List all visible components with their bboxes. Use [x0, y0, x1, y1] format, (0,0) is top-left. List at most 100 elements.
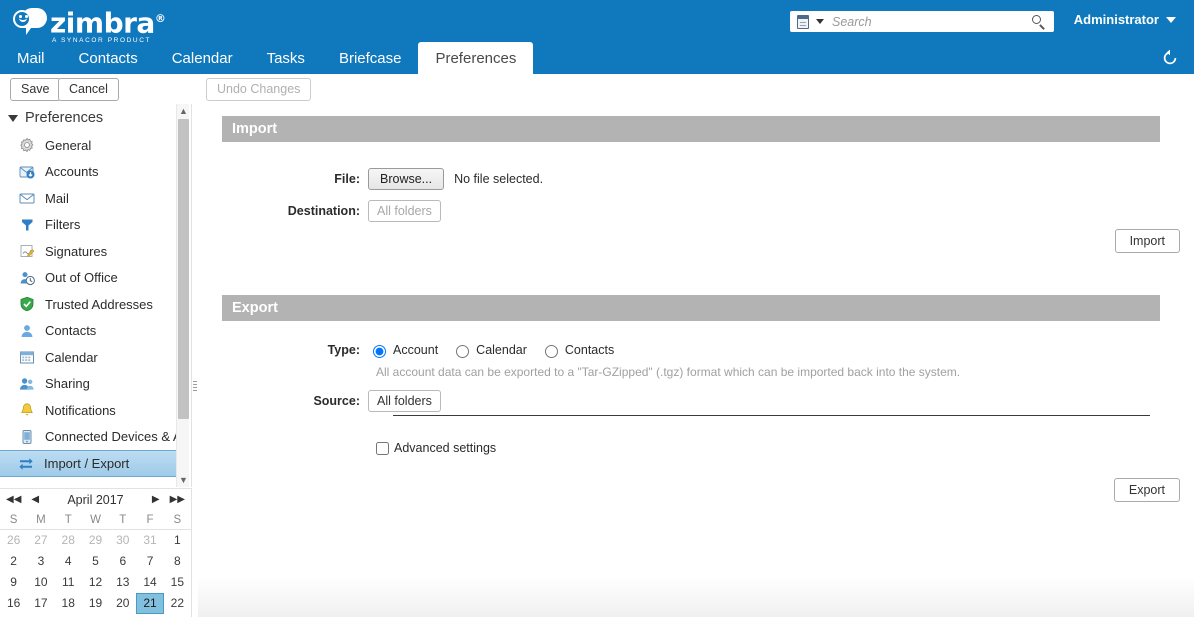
- calendar-day[interactable]: 11: [55, 572, 82, 593]
- calendar-day[interactable]: 10: [27, 572, 54, 593]
- sidebar-item-accounts[interactable]: Accounts: [0, 159, 191, 186]
- radio-calendar-label: Calendar: [476, 343, 527, 357]
- source-folder-picker[interactable]: All folders: [368, 390, 441, 412]
- sidebar-item-trusted-addresses[interactable]: Trusted Addresses: [0, 291, 191, 318]
- calendar-day[interactable]: 2: [0, 551, 27, 572]
- calendar-day[interactable]: 14: [136, 572, 163, 593]
- tab-mail[interactable]: Mail: [0, 42, 62, 74]
- calendar-day[interactable]: 20: [109, 593, 136, 614]
- sidebar-title: Preferences: [25, 110, 104, 126]
- type-label: Type:: [327, 343, 360, 357]
- file-status-text: No file selected.: [454, 172, 544, 186]
- triangle-down-icon[interactable]: [8, 114, 18, 122]
- calendar-day[interactable]: 15: [164, 572, 191, 593]
- import-section: Import File: Browse... No file selected.…: [198, 104, 1194, 253]
- file-row: File: Browse... No file selected.: [198, 168, 1194, 190]
- radio-calendar-input[interactable]: [456, 345, 470, 358]
- calendar-day[interactable]: 13: [109, 572, 136, 593]
- calendar-day[interactable]: 30: [109, 530, 136, 551]
- calendar-day[interactable]: 16: [0, 593, 27, 614]
- calendar-day[interactable]: 5: [82, 551, 109, 572]
- radio-contacts-label: Contacts: [564, 343, 615, 357]
- calendar-day[interactable]: 19: [82, 593, 109, 614]
- calendar-day[interactable]: 26: [0, 530, 27, 551]
- radio-contacts[interactable]: Contacts: [540, 342, 614, 358]
- sidebar-item-label: Calendar: [45, 349, 98, 365]
- calendar-day[interactable]: 28: [55, 530, 82, 551]
- sidebar-item-connected-devices[interactable]: Connected Devices & Ap: [0, 424, 191, 451]
- sidebar-item-label: Filters: [45, 217, 81, 233]
- undo-changes-button[interactable]: Undo Changes: [206, 78, 312, 101]
- search-type-selector[interactable]: [793, 13, 813, 30]
- calendar-day[interactable]: 22: [164, 593, 191, 614]
- account-menu[interactable]: Administrator: [1074, 12, 1176, 27]
- radio-calendar[interactable]: Calendar: [451, 342, 527, 358]
- sidebar-item-mail[interactable]: Mail: [0, 185, 191, 212]
- calendar-day[interactable]: 9: [0, 572, 27, 593]
- sidebar-item-general[interactable]: General: [0, 132, 191, 159]
- radio-contacts-input[interactable]: [544, 345, 558, 358]
- preferences-sidebar: Preferences General Accounts Mail Filter…: [0, 104, 192, 487]
- sidebar-item-sharing[interactable]: Sharing: [0, 371, 191, 398]
- refresh-icon[interactable]: [1160, 48, 1180, 68]
- calendar-day[interactable]: 8: [164, 551, 191, 572]
- calendar-day[interactable]: 4: [55, 551, 82, 572]
- scrollbar-thumb[interactable]: [178, 119, 189, 419]
- double-chevron-left-icon[interactable]: ◀◀: [6, 495, 21, 505]
- sidebar-item-label: Sharing: [45, 376, 90, 392]
- day-header: M: [27, 511, 55, 530]
- calendar-day[interactable]: 27: [27, 530, 54, 551]
- chevron-down-icon[interactable]: ▼: [177, 473, 190, 487]
- sidebar-title-row[interactable]: Preferences: [0, 104, 191, 132]
- calendar-day[interactable]: 1: [164, 530, 191, 551]
- calendar-day[interactable]: 6: [109, 551, 136, 572]
- calendar-day-selected[interactable]: 21: [136, 593, 164, 614]
- zimbra-logo[interactable]: zimbra® A SYNACOR PRODUCT: [12, 6, 166, 45]
- browse-button[interactable]: Browse...: [368, 168, 445, 190]
- mini-calendar-grid: S M T W T F S 26 27 28 29 30 31 1 2 3 4 …: [0, 511, 191, 614]
- sidebar-scrollbar[interactable]: ▲ ▼: [176, 104, 189, 487]
- cancel-button[interactable]: Cancel: [58, 78, 119, 101]
- import-export-icon: [17, 455, 35, 471]
- search-icon[interactable]: [1028, 13, 1050, 31]
- sidebar-item-calendar[interactable]: Calendar: [0, 344, 191, 371]
- sidebar-item-out-of-office[interactable]: Out of Office: [0, 265, 191, 292]
- calendar-day[interactable]: 31: [136, 530, 163, 551]
- search-input[interactable]: [830, 13, 1028, 30]
- sidebar-item-filters[interactable]: Filters: [0, 212, 191, 239]
- tab-calendar[interactable]: Calendar: [155, 42, 250, 74]
- tab-contacts[interactable]: Contacts: [62, 42, 155, 74]
- radio-account-input[interactable]: [373, 345, 386, 358]
- calendar-day[interactable]: 29: [82, 530, 109, 551]
- sidebar-item-import-export[interactable]: Import / Export: [0, 450, 177, 477]
- tab-label: Calendar: [171, 49, 233, 67]
- chevron-right-icon[interactable]: ▶: [152, 495, 160, 505]
- export-button[interactable]: Export: [1113, 478, 1180, 502]
- tab-label: Briefcase: [338, 49, 402, 67]
- source-row: Source: All folders: [198, 390, 1194, 412]
- sidebar-item-contacts[interactable]: Contacts: [0, 318, 191, 345]
- calendar-day[interactable]: 12: [82, 572, 109, 593]
- calendar-day[interactable]: 3: [27, 551, 54, 572]
- calendar-day[interactable]: 18: [55, 593, 82, 614]
- chevron-left-icon[interactable]: ◀: [31, 495, 39, 505]
- tab-briefcase[interactable]: Briefcase: [322, 42, 419, 74]
- destination-folder-picker[interactable]: All folders: [368, 200, 441, 222]
- app-tab-strip: Mail Contacts Calendar Tasks Briefcase P…: [0, 42, 1194, 74]
- signature-icon: [18, 243, 36, 259]
- search-bar[interactable]: [790, 11, 1054, 32]
- advanced-settings-checkbox[interactable]: [376, 441, 389, 455]
- accounts-icon: [18, 164, 36, 180]
- advanced-settings-row[interactable]: Advanced settings: [368, 441, 1194, 455]
- double-chevron-right-icon[interactable]: ▶▶: [170, 495, 185, 505]
- tab-preferences[interactable]: Preferences: [418, 42, 534, 74]
- radio-account[interactable]: Account: [368, 342, 438, 358]
- chevron-down-icon[interactable]: [816, 19, 824, 24]
- sidebar-item-signatures[interactable]: Signatures: [0, 238, 191, 265]
- calendar-day[interactable]: 7: [136, 551, 163, 572]
- tab-tasks[interactable]: Tasks: [250, 42, 322, 74]
- chevron-up-icon[interactable]: ▲: [177, 104, 190, 118]
- calendar-day[interactable]: 17: [27, 593, 54, 614]
- save-button[interactable]: Save: [10, 78, 61, 101]
- sidebar-item-notifications[interactable]: Notifications: [0, 397, 191, 424]
